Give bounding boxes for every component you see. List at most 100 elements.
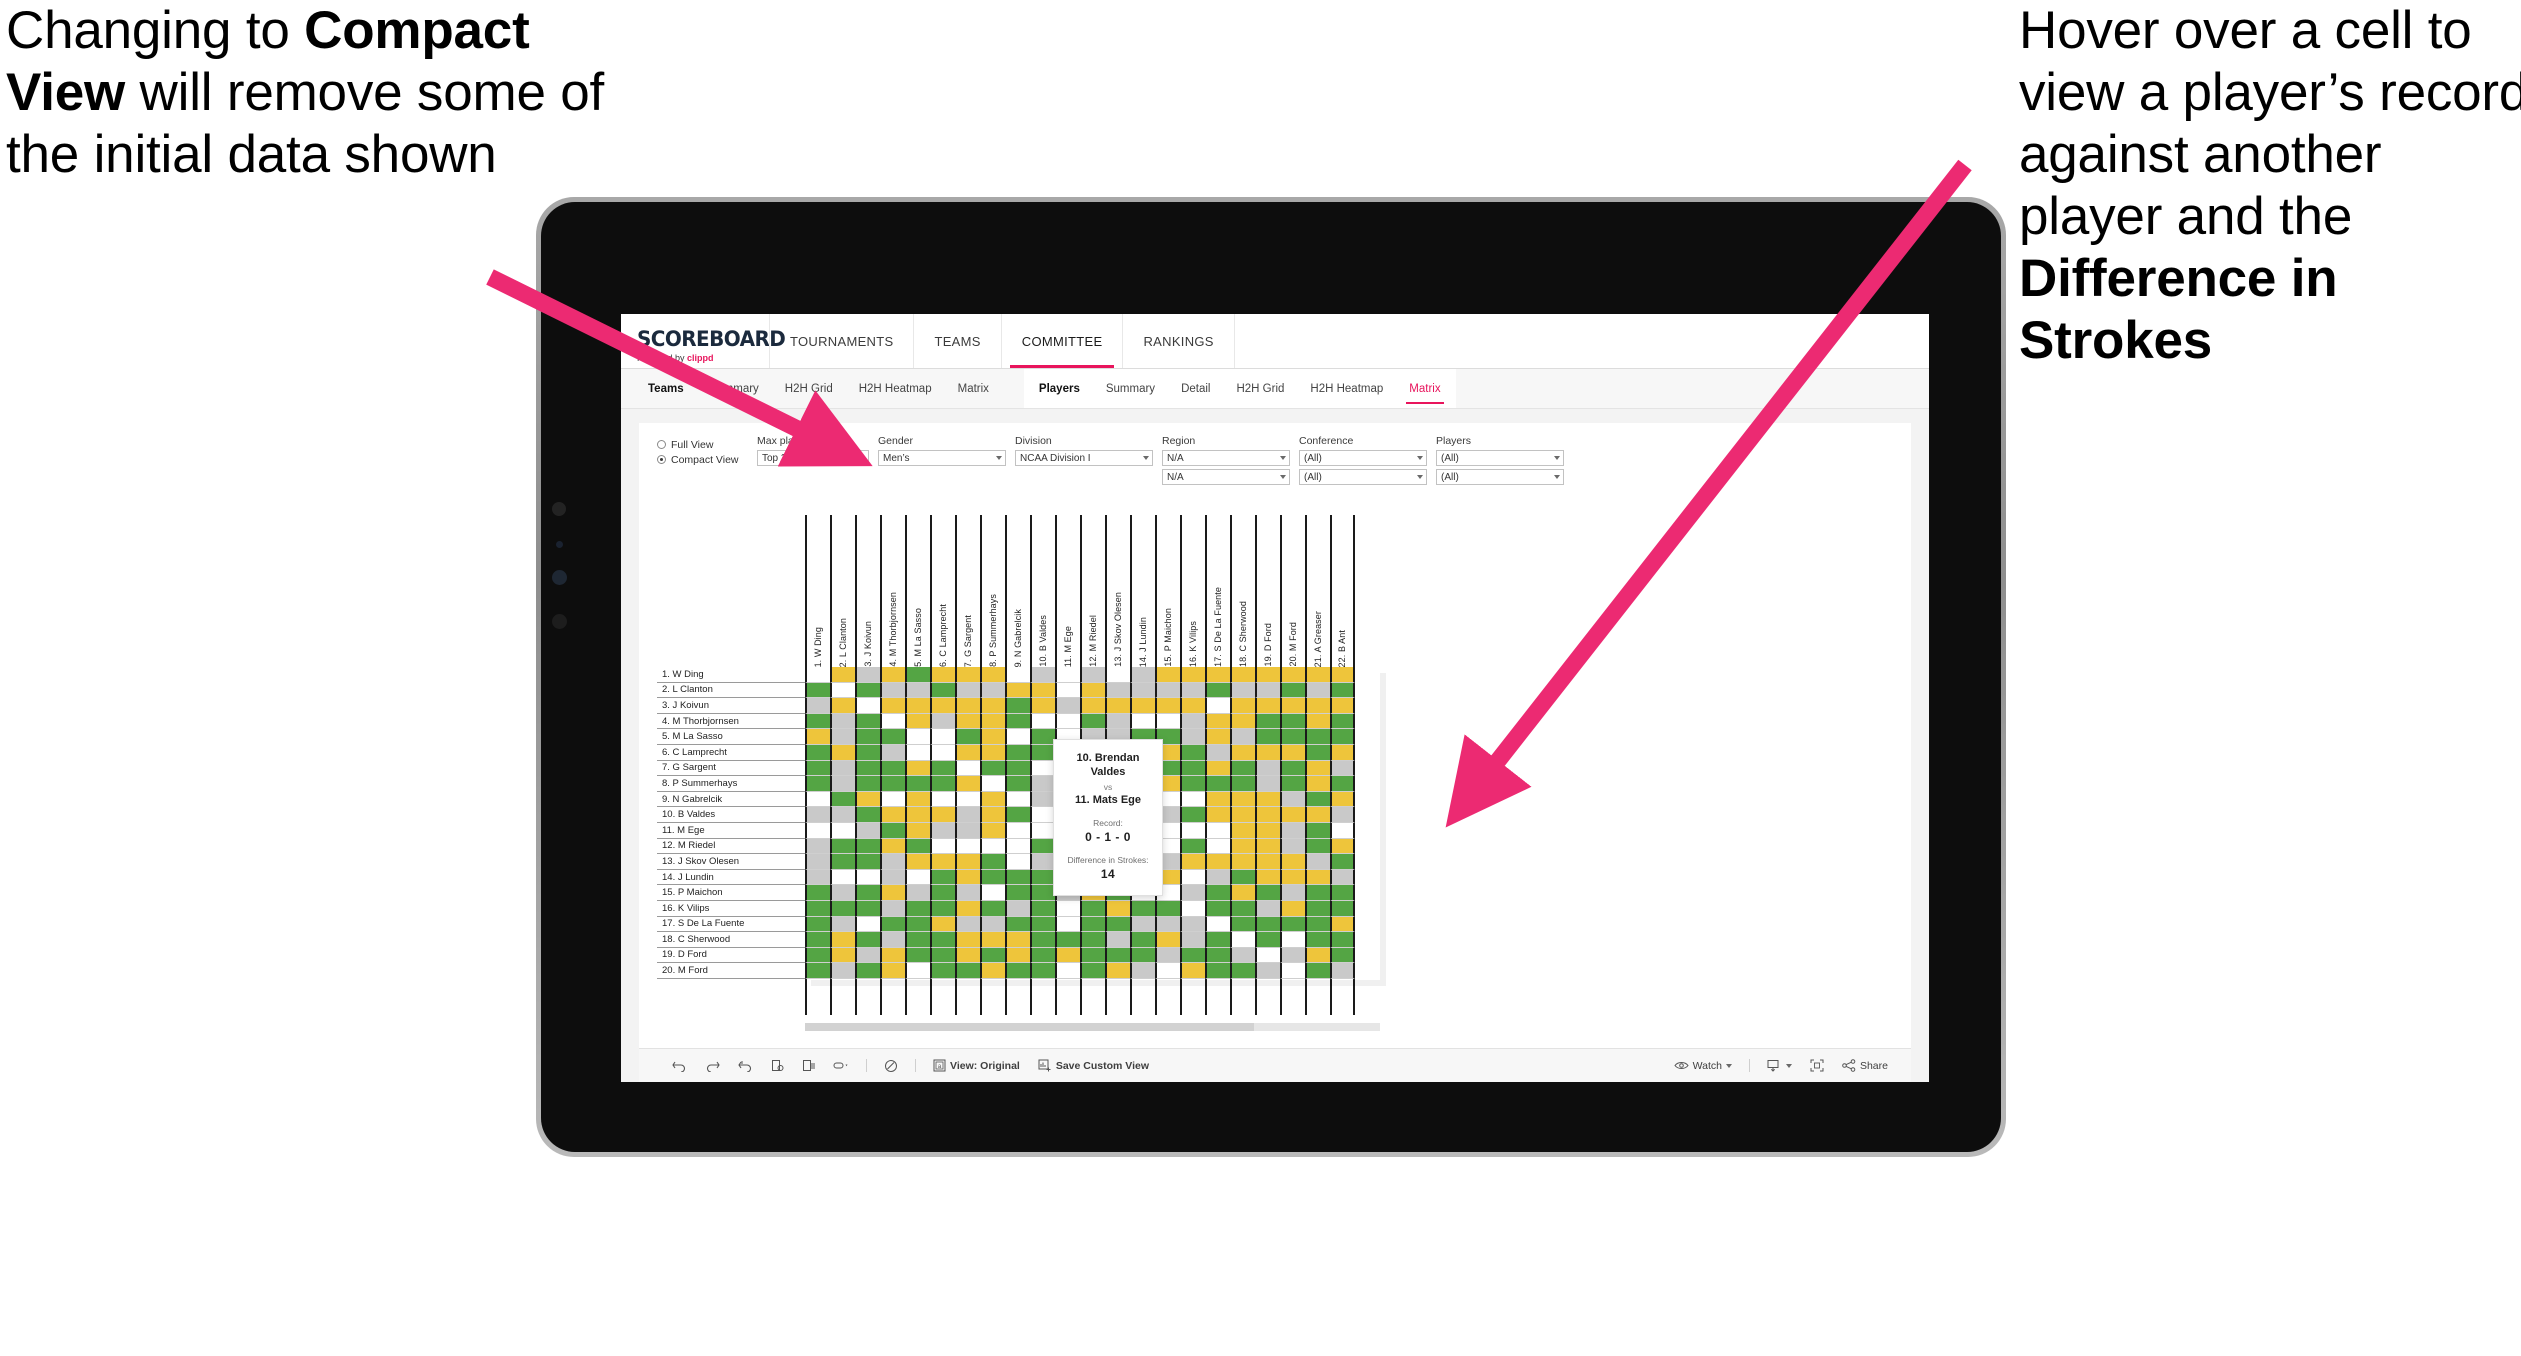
matrix-cell[interactable] [855, 900, 880, 917]
matrix-cell[interactable] [1005, 947, 1030, 964]
matrix-cell[interactable] [805, 667, 830, 683]
matrix-cell[interactable] [880, 963, 905, 979]
matrix-cell[interactable] [955, 854, 980, 870]
tab-players-h2h-heatmap[interactable]: H2H Heatmap [1297, 369, 1396, 408]
matrix-cell[interactable] [980, 900, 1005, 917]
tab-players-detail[interactable]: Detail [1168, 369, 1223, 408]
tab-players-h2h-grid[interactable]: H2H Grid [1223, 369, 1297, 408]
matrix-cell[interactable] [980, 667, 1005, 683]
matrix-cell[interactable] [1155, 932, 1180, 948]
matrix-cell[interactable] [830, 885, 855, 901]
matrix-cell[interactable] [1030, 760, 1055, 777]
matrix-cell[interactable] [1230, 791, 1255, 808]
matrix-cell[interactable] [1205, 885, 1230, 901]
matrix-cell[interactable] [855, 807, 880, 823]
matrix-cell[interactable] [980, 854, 1005, 870]
matrix-cell[interactable] [1255, 838, 1280, 855]
matrix-cell[interactable] [1280, 713, 1305, 730]
matrix-cell[interactable] [1130, 963, 1155, 979]
matrix-cell[interactable] [1180, 838, 1205, 855]
matrix-cell[interactable] [1330, 776, 1355, 792]
matrix-cell[interactable] [855, 682, 880, 699]
matrix-cell[interactable] [805, 838, 830, 855]
matrix-cell[interactable] [855, 947, 880, 964]
matrix-cell[interactable] [1330, 760, 1355, 777]
filter-conference-select-2[interactable]: (All) [1299, 469, 1427, 485]
matrix-cell[interactable] [1230, 682, 1255, 699]
matrix-cell[interactable] [1305, 869, 1330, 886]
tab-players-summary[interactable]: Summary [1093, 369, 1168, 408]
matrix-cell[interactable] [905, 916, 930, 933]
matrix-cell[interactable] [1180, 713, 1205, 730]
matrix-cell[interactable] [905, 807, 930, 823]
matrix-cell[interactable] [1205, 822, 1230, 839]
matrix-cell[interactable] [980, 760, 1005, 777]
matrix-cell[interactable] [1180, 791, 1205, 808]
matrix-cell[interactable] [1105, 698, 1130, 714]
pause-button[interactable] [875, 1059, 907, 1073]
matrix-cell[interactable] [905, 932, 930, 948]
matrix-cell[interactable] [1205, 776, 1230, 792]
matrix-cell[interactable] [930, 713, 955, 730]
tab-teams-h2h-grid[interactable]: H2H Grid [772, 369, 846, 408]
matrix-cell[interactable] [1205, 760, 1230, 777]
matrix-cell[interactable] [1280, 947, 1305, 964]
matrix-cell[interactable] [980, 916, 1005, 933]
matrix-cell[interactable] [1155, 667, 1180, 683]
matrix-cell[interactable] [1205, 744, 1230, 761]
matrix-cell[interactable] [1205, 916, 1230, 933]
matrix-cell[interactable] [930, 947, 955, 964]
matrix-cell[interactable] [880, 916, 905, 933]
matrix-cell[interactable] [1330, 744, 1355, 761]
matrix-cell[interactable] [1055, 713, 1080, 730]
matrix-cell[interactable] [830, 854, 855, 870]
matrix-cell[interactable] [1205, 729, 1230, 745]
matrix-cell[interactable] [1255, 698, 1280, 714]
undo-button[interactable] [663, 1059, 696, 1072]
matrix-cell[interactable] [830, 932, 855, 948]
matrix-cell[interactable] [1330, 713, 1355, 730]
matrix-cell[interactable] [855, 713, 880, 730]
matrix-cell[interactable] [1155, 916, 1180, 933]
matrix-cell[interactable] [955, 885, 980, 901]
share-button[interactable]: Share [1833, 1059, 1897, 1072]
volume-up-button[interactable] [552, 570, 567, 585]
matrix-cell[interactable] [1205, 807, 1230, 823]
matrix-cell[interactable] [930, 729, 955, 745]
matrix-cell[interactable] [880, 667, 905, 683]
matrix-cell[interactable] [1205, 854, 1230, 870]
matrix-cell[interactable] [1255, 885, 1280, 901]
matrix-cell[interactable] [1005, 900, 1030, 917]
matrix-cell[interactable] [1330, 916, 1355, 933]
matrix-cell[interactable] [805, 854, 830, 870]
volume-down-button[interactable] [552, 614, 567, 629]
matrix-cell[interactable] [930, 698, 955, 714]
matrix-cell[interactable] [1280, 791, 1305, 808]
matrix-cell[interactable] [1305, 838, 1330, 855]
matrix-cell[interactable] [805, 900, 830, 917]
matrix-cell[interactable] [1080, 932, 1105, 948]
matrix-cell[interactable] [830, 963, 855, 979]
matrix-cell[interactable] [1255, 822, 1280, 839]
matrix-cell[interactable] [1030, 963, 1055, 979]
matrix-cell[interactable] [905, 744, 930, 761]
matrix-cell[interactable] [1080, 916, 1105, 933]
matrix-cell[interactable] [1055, 667, 1080, 683]
matrix-cell[interactable] [930, 963, 955, 979]
matrix-cell[interactable] [930, 791, 955, 808]
matrix-cell[interactable] [1055, 963, 1080, 979]
matrix-cell[interactable] [955, 667, 980, 683]
nav-rankings[interactable]: RANKINGS [1122, 314, 1233, 368]
matrix-cell[interactable] [1130, 947, 1155, 964]
matrix-cell[interactable] [1205, 667, 1230, 683]
filter-players-select-2[interactable]: (All) [1436, 469, 1564, 485]
matrix-cell[interactable] [980, 932, 1005, 948]
matrix-cell[interactable] [930, 900, 955, 917]
matrix-cell[interactable] [1180, 869, 1205, 886]
matrix-cell[interactable] [805, 729, 830, 745]
matrix-cell[interactable] [1155, 963, 1180, 979]
matrix-cell[interactable] [930, 854, 955, 870]
matrix-cell[interactable] [955, 682, 980, 699]
matrix-cell[interactable] [1230, 713, 1255, 730]
matrix-cell[interactable] [1030, 791, 1055, 808]
